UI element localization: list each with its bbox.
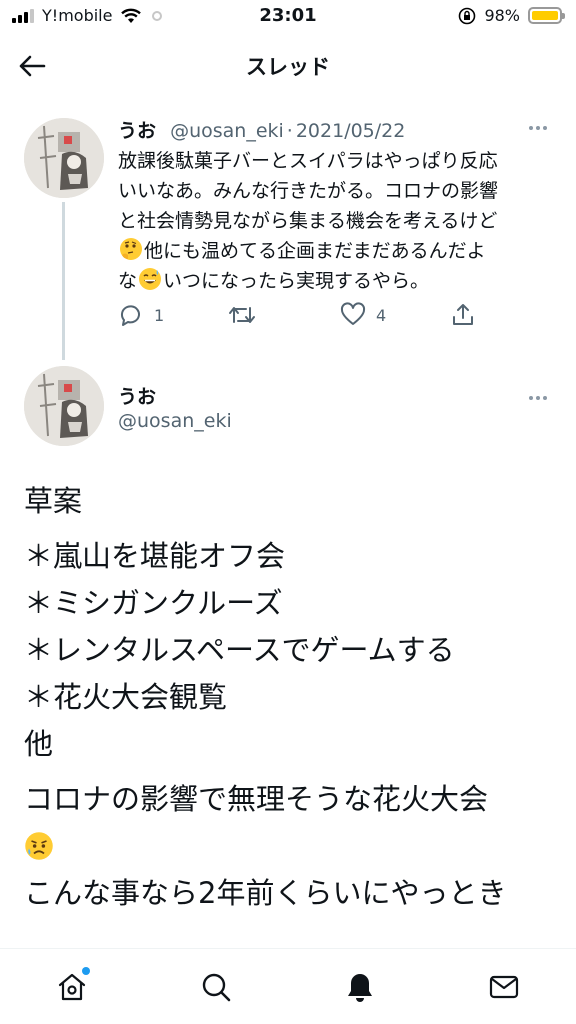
tweet-text-line: コロナの影響で無理そうな花火大会 [24, 782, 489, 816]
battery-percent: 98% [484, 6, 520, 25]
tweet-text-line: と社会情勢見ながら集まる機会を考えるけど [118, 210, 498, 232]
tweet-text-segment: 他にも温めてる企画まだまだあるんだよ [144, 240, 486, 262]
thinking-face-icon [120, 238, 142, 260]
reply-icon [120, 305, 140, 326]
avatar[interactable] [24, 118, 104, 198]
tweet-text-line: な いつになったら実現するやら。 [118, 266, 558, 296]
bottom-tab-bar [0, 948, 576, 1024]
orientation-lock-icon [459, 7, 476, 24]
tab-home[interactable] [52, 967, 92, 1007]
unread-dot [82, 967, 90, 975]
tweet-actions: 1 4 [118, 302, 478, 332]
notifications-icon [348, 974, 372, 1002]
tab-notifications[interactable] [340, 967, 380, 1007]
tweet-text-line: ＊ミシガンクルーズ [24, 586, 283, 620]
tweet-header: うお @uosan_eki · 2021/05/22 [118, 116, 405, 143]
heart-icon [340, 302, 366, 325]
tweet-text-segment: いつになったら実現するやら。 [163, 270, 430, 292]
grinning-sweat-face-icon [139, 268, 162, 290]
page-title: スレッド [246, 55, 330, 79]
share-icon [453, 304, 473, 325]
thread-connector [62, 202, 65, 360]
tweet-text-line: 他 [24, 727, 54, 761]
tweet-text: 草案 ＊嵐山を堪能オフ会 ＊ミシガンクルーズ ＊レンタルスペースでゲームする ＊… [24, 478, 564, 917]
like-button[interactable]: 4 [340, 302, 386, 328]
tab-messages[interactable] [484, 967, 524, 1007]
avatar[interactable] [24, 366, 104, 446]
tweet-text: 放課後駄菓子バーとスイパラはやっぱり反応 いいなあ。みんな行きたがる。コロナの影… [118, 146, 558, 296]
share-button[interactable] [450, 302, 476, 328]
display-name[interactable]: うお [118, 382, 156, 409]
tweet-date[interactable]: 2021/05/22 [296, 120, 406, 142]
nav-header: スレッド [0, 34, 576, 98]
like-count: 4 [376, 305, 387, 325]
tweet-text-line: 草案 [24, 484, 83, 518]
reply-button[interactable]: 1 [118, 302, 164, 328]
sad-sweat-face-icon [25, 832, 53, 860]
avatar-image [24, 366, 104, 446]
tweet-text-segment: な [118, 270, 138, 292]
tweet-text-line: 放課後駄菓子バーとスイパラはやっぱり反応 [118, 150, 498, 172]
tweet-text-line: ＊レンタルスペースでゲームする [24, 633, 455, 667]
battery-icon [528, 7, 565, 24]
display-name[interactable]: うお [118, 120, 156, 142]
tweet-text-line: 他にも温めてる企画まだまだあるんだよ [118, 236, 558, 266]
tab-search[interactable] [196, 967, 236, 1007]
avatar-image [24, 118, 104, 198]
home-icon [58, 973, 86, 1001]
tweet-text-line: いいなあ。みんな行きたがる。コロナの影響 [118, 180, 499, 202]
tweet-text-line: ＊花火大会観覧 [24, 680, 228, 714]
more-options-button[interactable] [524, 118, 552, 138]
status-bar: Y!mobile 23:01 98% [0, 0, 576, 34]
more-options-button[interactable] [524, 388, 552, 408]
handle[interactable]: @uosan_eki [170, 120, 284, 142]
separator: · [286, 120, 293, 142]
messages-icon [489, 975, 519, 999]
search-icon [202, 973, 231, 1002]
retweet-icon [229, 307, 255, 323]
retweet-button[interactable] [228, 302, 266, 328]
tweet-text-line: ＊嵐山を堪能オフ会 [24, 539, 286, 573]
reply-count: 1 [154, 305, 165, 325]
tweet-text-line: こんな事なら2年前くらいにやっとき [24, 876, 507, 910]
tweet-text-line [24, 823, 564, 870]
status-right: 98% [458, 6, 565, 25]
handle[interactable]: @uosan_eki [118, 410, 232, 432]
